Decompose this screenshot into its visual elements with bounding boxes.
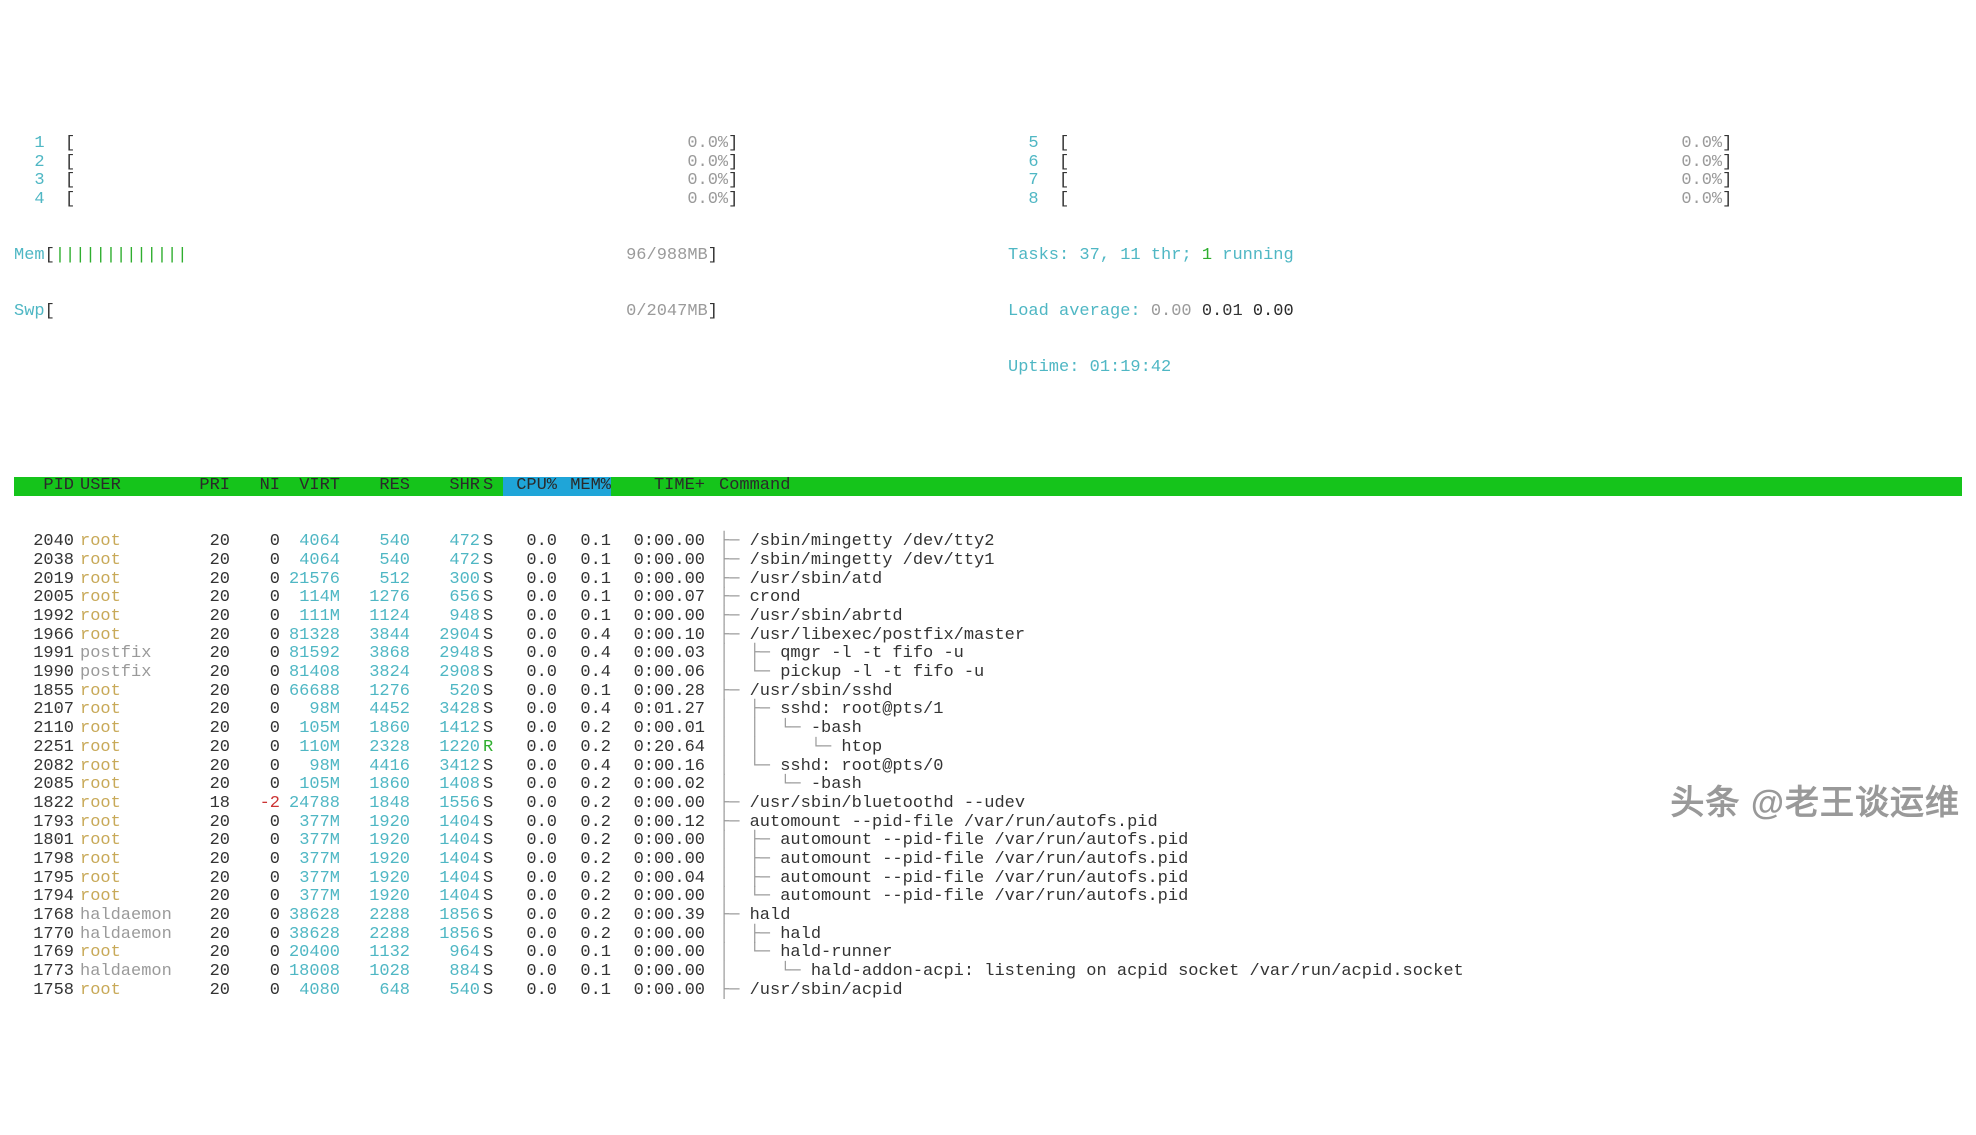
- cpu-meter-7: 7 [ 0.0%]: [1008, 172, 1962, 191]
- swp-meter: Swp[ 0/2047MB]: [14, 303, 968, 322]
- table-row[interactable]: 1991postfix2008159238682948S0.00.40:00.0…: [14, 645, 1962, 664]
- col-cmd[interactable]: Command: [705, 477, 1962, 496]
- table-row[interactable]: 1966root2008132838442904S0.00.40:00.10├─…: [14, 627, 1962, 646]
- table-row[interactable]: 2251root200110M23281220R0.00.20:20.64│ │…: [14, 739, 1962, 758]
- table-row[interactable]: 1795root200377M19201404S0.00.20:00.04│ ├…: [14, 870, 1962, 889]
- col-virt[interactable]: VIRT: [280, 477, 340, 496]
- cpu-meter-5: 5 [ 0.0%]: [1008, 135, 1962, 154]
- tasks-line: Tasks: 37, 11 thr; 1 running: [1008, 247, 1962, 266]
- table-row[interactable]: 1990postfix2008140838242908S0.00.40:00.0…: [14, 664, 1962, 683]
- table-row[interactable]: 1793root200377M19201404S0.00.20:00.12├─ …: [14, 814, 1962, 833]
- col-shr[interactable]: SHR: [410, 477, 480, 496]
- col-res[interactable]: RES: [340, 477, 410, 496]
- table-row[interactable]: 1822root18-22478818481556S0.00.20:00.00├…: [14, 795, 1962, 814]
- table-row[interactable]: 1758root2004080648540S0.00.10:00.00├─ /u…: [14, 982, 1962, 1001]
- table-row[interactable]: 1770haldaemon2003862822881856S0.00.20:00…: [14, 926, 1962, 945]
- cpu-meter-2: 2 [ 0.0%]: [14, 154, 968, 173]
- uptime-line: Uptime: 01:19:42: [1008, 359, 1962, 378]
- cpu-meter-8: 8 [ 0.0%]: [1008, 191, 1962, 210]
- table-row[interactable]: 1855root200666881276520S0.00.10:00.28├─ …: [14, 683, 1962, 702]
- col-s[interactable]: S: [480, 477, 503, 496]
- cpu-meter-6: 6 [ 0.0%]: [1008, 154, 1962, 173]
- table-row[interactable]: 1773haldaemon200180081028884S0.00.10:00.…: [14, 963, 1962, 982]
- table-row[interactable]: 2019root20021576512300S0.00.10:00.00├─ /…: [14, 571, 1962, 590]
- table-row[interactable]: 1798root200377M19201404S0.00.20:00.00│ ├…: [14, 851, 1962, 870]
- col-pid[interactable]: PID: [14, 477, 74, 496]
- cpu-meter-3: 3 [ 0.0%]: [14, 172, 968, 191]
- mem-meter: Mem[||||||||||||| 96/988MB]: [14, 247, 968, 266]
- col-user[interactable]: USER: [74, 477, 180, 496]
- process-table-header[interactable]: PID USER PRI NI VIRT RES SHR S CPU% MEM%…: [14, 477, 1962, 496]
- load-line: Load average: 0.00 0.01 0.00: [1008, 303, 1962, 322]
- table-row[interactable]: 2005root200114M1276656S0.00.10:00.07├─ c…: [14, 589, 1962, 608]
- table-row[interactable]: 1992root200111M1124948S0.00.10:00.00├─ /…: [14, 608, 1962, 627]
- table-row[interactable]: 1794root200377M19201404S0.00.20:00.00│ └…: [14, 888, 1962, 907]
- col-time[interactable]: TIME+: [611, 477, 705, 496]
- cpu-meter-4: 4 [ 0.0%]: [14, 191, 968, 210]
- table-row[interactable]: 2107root20098M44523428S0.00.40:01.27│ ├─…: [14, 701, 1962, 720]
- col-cpu[interactable]: CPU%: [503, 477, 557, 496]
- table-row[interactable]: 2038root2004064540472S0.00.10:00.00├─ /s…: [14, 552, 1962, 571]
- table-row[interactable]: 2110root200105M18601412S0.00.20:00.01│ │…: [14, 720, 1962, 739]
- col-ni[interactable]: NI: [230, 477, 280, 496]
- table-row[interactable]: 2085root200105M18601408S0.00.20:00.02│ └…: [14, 776, 1962, 795]
- htop-meters: 1 [ 0.0%] 2 [ 0.0%] 3 [: [14, 97, 1962, 415]
- col-mem[interactable]: MEM%: [557, 477, 611, 496]
- process-list[interactable]: 2040root2004064540472S0.00.10:00.00├─ /s…: [14, 533, 1962, 1000]
- table-row[interactable]: 2082root20098M44163412S0.00.40:00.16│ └─…: [14, 758, 1962, 777]
- table-row[interactable]: 1769root200204001132964S0.00.10:00.00│ └…: [14, 944, 1962, 963]
- cpu-meter-1: 1 [ 0.0%]: [14, 135, 968, 154]
- table-row[interactable]: 1768haldaemon2003862822881856S0.00.20:00…: [14, 907, 1962, 926]
- table-row[interactable]: 1801root200377M19201404S0.00.20:00.00│ ├…: [14, 832, 1962, 851]
- table-row[interactable]: 2040root2004064540472S0.00.10:00.00├─ /s…: [14, 533, 1962, 552]
- col-pri[interactable]: PRI: [180, 477, 230, 496]
